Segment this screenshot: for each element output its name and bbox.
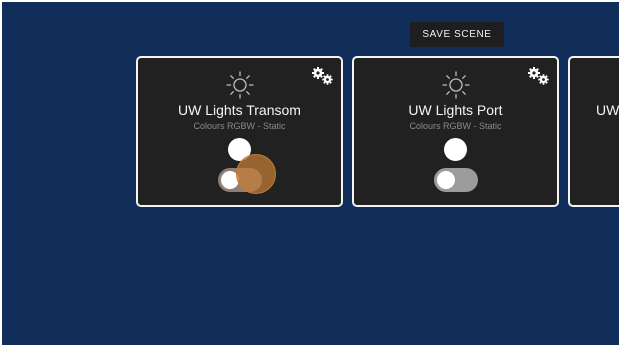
touch-ripple (236, 154, 276, 194)
card-title: UW Lights Port (408, 102, 503, 118)
card-title: UW (596, 102, 619, 118)
power-toggle[interactable] (433, 168, 478, 192)
card-subtitle: Colours RGBW - Static (409, 121, 502, 131)
scene-screen: SAVE SCENE UW Lights Transom Colours RGB… (2, 2, 619, 345)
light-card-uw-lights-port[interactable]: UW Lights Port Colours RGBW - Static (352, 56, 559, 207)
save-scene-button[interactable]: SAVE SCENE (410, 22, 504, 47)
toggle-knob (436, 171, 455, 189)
card-title: UW Lights Transom (178, 102, 301, 118)
card-subtitle: Colours RGBW - Static (193, 121, 286, 131)
light-card-uw-lights-transom[interactable]: UW Lights Transom Colours RGBW - Static (136, 56, 343, 207)
gears-icon[interactable] (311, 66, 335, 86)
status-indicator (443, 138, 467, 161)
sun-icon (225, 71, 254, 99)
sun-icon (441, 71, 470, 99)
light-card-partial[interactable]: UW (568, 56, 619, 207)
gears-icon[interactable] (527, 66, 551, 86)
